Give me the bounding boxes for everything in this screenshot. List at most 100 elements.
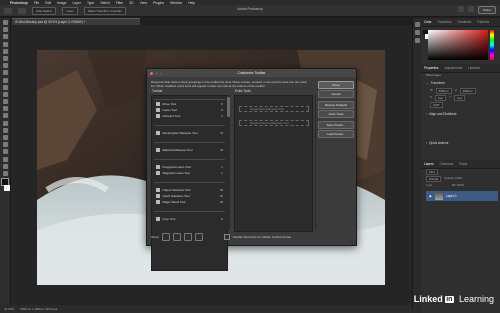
close-window-icon[interactable] (150, 71, 153, 75)
healing-tool-icon[interactable] (2, 70, 8, 76)
done-button[interactable]: Done (318, 81, 354, 89)
tab-gradients[interactable]: Gradients (457, 20, 471, 24)
gradient-tool-icon[interactable] (2, 106, 8, 112)
menu-edit[interactable]: Edit (45, 1, 51, 5)
menu-select[interactable]: Select (100, 1, 109, 5)
dodge-tool-icon[interactable] (2, 120, 8, 126)
load-preset-button[interactable]: Load Preset... (318, 130, 354, 138)
menu-3d[interactable]: 3D (129, 1, 133, 5)
align-section[interactable]: › Align and Distribute (426, 112, 457, 116)
selection-tool-icon[interactable] (2, 41, 8, 47)
opacity-field[interactable]: Opacity: 100% (444, 176, 462, 182)
menu-plugins[interactable]: Plugins (153, 1, 164, 5)
tab-properties[interactable]: Properties (424, 66, 439, 70)
zoom-level[interactable]: 33.33% (4, 307, 14, 311)
zoom-window-icon[interactable] (160, 71, 163, 75)
tab-libraries[interactable]: Libraries (468, 66, 480, 70)
height-field[interactable]: 4000 px (459, 88, 476, 94)
actions-icon[interactable] (415, 30, 420, 35)
hue-slider[interactable] (490, 30, 494, 60)
hand-tool-icon[interactable] (2, 156, 8, 162)
menu-layer[interactable]: Layer (72, 1, 80, 5)
swatch-icon[interactable] (173, 233, 182, 241)
stamp-tool-icon[interactable] (2, 84, 8, 90)
menu-image[interactable]: Image (57, 1, 66, 5)
tool-row-magnetic-lasso[interactable]: Magnetic Lasso Tool L (152, 170, 227, 176)
menu-filter[interactable]: Filter (116, 1, 124, 5)
auto-select-dropdown[interactable]: Layer (62, 6, 78, 15)
eyedropper-tool-icon[interactable] (2, 63, 8, 69)
screen-mode-icon[interactable] (195, 233, 204, 241)
shape-tool-icon[interactable] (2, 149, 8, 155)
layer-kind-filter[interactable]: Kind (426, 169, 438, 175)
tool-row-crop[interactable]: Crop Tool C (152, 216, 227, 222)
type-tool-icon[interactable] (2, 135, 8, 140)
scrollbar-thumb[interactable] (227, 97, 230, 117)
tool-row-elliptical-marquee[interactable]: Elliptical Marquee Tool M (152, 147, 227, 153)
home-icon[interactable] (4, 7, 12, 14)
quick-mask-icon[interactable] (184, 233, 193, 241)
share-button[interactable]: Share (477, 6, 496, 14)
layer-name[interactable]: Layer 0 (446, 194, 457, 198)
x-field[interactable]: 0 px (434, 95, 447, 101)
transform-controls-checkbox[interactable]: Show Transform Controls (83, 6, 126, 15)
cancel-button[interactable]: Cancel (318, 90, 354, 98)
color-picker-field[interactable] (428, 30, 488, 60)
width-field[interactable]: 6000 px (435, 88, 452, 94)
blur-tool-icon[interactable] (2, 113, 8, 119)
restore-defaults-button[interactable]: Restore Defaults (318, 101, 354, 109)
transform-section[interactable]: ⌄ Transform (426, 81, 445, 85)
menu-window[interactable]: Window (170, 1, 182, 5)
tool-row-magic-wand[interactable]: Magic Wand Tool W (152, 199, 227, 205)
history-icon[interactable] (415, 22, 420, 27)
path-select-icon[interactable] (2, 142, 8, 148)
tab-channels[interactable]: Channels (440, 162, 453, 166)
document-tab[interactable]: IS-Bird-Mockup.psd @ 33.3% (Layer 0, RGB… (12, 18, 140, 25)
quick-actions-section[interactable]: › Quick Actions (426, 141, 448, 145)
workspace-icon[interactable] (467, 6, 474, 12)
save-preset-button[interactable]: Save Preset... (318, 121, 354, 129)
tool-row-rect-marquee[interactable]: Rectangular Marquee Tool M (152, 130, 227, 136)
tool-row-artboard[interactable]: Artboard Tool V (152, 113, 227, 119)
search-icon[interactable] (457, 6, 464, 12)
extra-slot-1[interactable]: Single Row Marquee Tool (239, 106, 309, 112)
angle-field[interactable]: 0.00° (430, 102, 443, 108)
background-color-swatch[interactable] (3, 185, 10, 192)
app-menu[interactable]: Photoshop (10, 1, 28, 5)
menu-type[interactable]: Type (87, 1, 94, 5)
zoom-tool-icon[interactable] (2, 163, 8, 169)
y-field[interactable]: 0 px (454, 95, 466, 101)
brush-tool-icon[interactable] (2, 77, 8, 83)
clear-tools-button[interactable]: Clear Tools (318, 110, 354, 118)
tab-color[interactable]: Color (424, 20, 432, 24)
info-icon[interactable] (415, 38, 420, 43)
minimize-window-icon[interactable] (155, 71, 158, 75)
crop-tool-icon[interactable] (2, 48, 8, 54)
toolbar-list-scrollbar[interactable] (227, 95, 230, 230)
menu-view[interactable]: View (140, 1, 147, 5)
tab-adjustments[interactable]: Adjustments (445, 66, 463, 70)
layer-row[interactable]: ◉ Layer 0 (426, 191, 498, 201)
history-brush-icon[interactable] (2, 91, 8, 97)
tab-paths[interactable]: Paths (459, 162, 467, 166)
disable-shortcuts-checkbox[interactable] (224, 234, 230, 240)
more-tools-icon[interactable] (2, 170, 8, 176)
menu-help[interactable]: Help (188, 1, 195, 5)
ellipsis-icon[interactable] (162, 233, 171, 241)
lasso-tool-icon[interactable] (2, 34, 8, 40)
marquee-tool-icon[interactable] (2, 27, 8, 33)
move-tool-icon[interactable] (18, 7, 26, 14)
blend-mode-select[interactable]: Normal (426, 176, 442, 182)
tab-layers[interactable]: Layers (424, 162, 434, 166)
menu-file[interactable]: File (34, 1, 39, 5)
move-tool-icon[interactable] (2, 20, 8, 25)
fill-field[interactable]: Fill: 100% (452, 183, 464, 187)
toolbar-list[interactable]: Move Tool V Lasso Tool V Artboard Tool V… (151, 95, 228, 271)
extra-slot-2[interactable]: Single Column Marquee Tool (239, 120, 309, 126)
tab-swatches[interactable]: Swatches (438, 20, 452, 24)
tab-patterns[interactable]: Patterns (477, 20, 489, 24)
extra-tools-list[interactable]: Single Row Marquee Tool Single Column Ma… (234, 95, 313, 232)
frame-tool-icon[interactable] (2, 55, 8, 61)
pen-tool-icon[interactable] (2, 127, 8, 133)
eye-icon[interactable]: ◉ (429, 194, 432, 198)
